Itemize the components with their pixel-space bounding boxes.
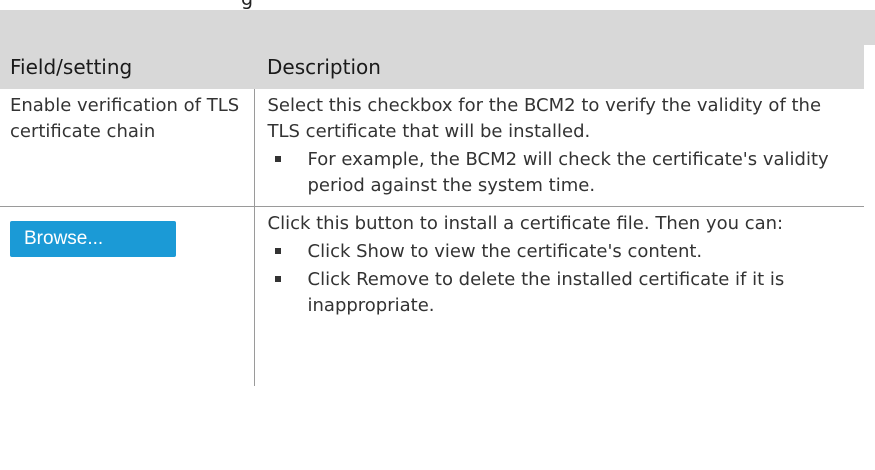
header-field-setting: Field/setting <box>0 45 254 89</box>
browse-button[interactable]: Browse... <box>10 221 176 257</box>
description-text: Click this button to install a certifica… <box>267 213 784 234</box>
clipped-heading-fragment: g <box>0 0 875 10</box>
bullet-item: Click Show to view the certificate's con… <box>268 239 855 265</box>
bullet-list: Click Show to view the certificate's con… <box>268 239 855 319</box>
field-name-cell: Enable verification of TLS certificate c… <box>0 89 255 207</box>
header-description: Description <box>254 45 864 89</box>
description-text: Select this checkbox for the BCM2 to ver… <box>267 95 822 142</box>
table-row: Enable verification of TLS certificate c… <box>0 89 864 207</box>
field-name-text: Enable verification of TLS certificate c… <box>10 95 240 142</box>
bullet-item: Click Remove to delete the installed cer… <box>268 267 855 319</box>
bullet-text: Click Remove to delete the installed cer… <box>307 269 785 316</box>
bullet-list: For example, the BCM2 will check the cer… <box>268 147 855 199</box>
bullet-item: For example, the BCM2 will check the cer… <box>268 147 855 199</box>
square-bullet-icon <box>274 156 281 162</box>
settings-table: Field/setting Description Enable verific… <box>0 45 864 386</box>
square-bullet-icon <box>274 276 281 282</box>
description-cell: Select this checkbox for the BCM2 to ver… <box>254 89 864 207</box>
clipped-heading-text: g <box>241 0 253 10</box>
square-bullet-icon <box>274 248 281 254</box>
field-name-cell: Browse... <box>0 206 255 386</box>
bullet-text: For example, the BCM2 will check the cer… <box>307 149 829 196</box>
table-top-band <box>0 10 875 45</box>
table-row: Browse... Click this button to install a… <box>0 206 864 387</box>
description-cell: Click this button to install a certifica… <box>254 207 864 387</box>
table-header-row: Field/setting Description <box>0 45 864 89</box>
bullet-text: Click Show to view the certificate's con… <box>307 241 703 262</box>
